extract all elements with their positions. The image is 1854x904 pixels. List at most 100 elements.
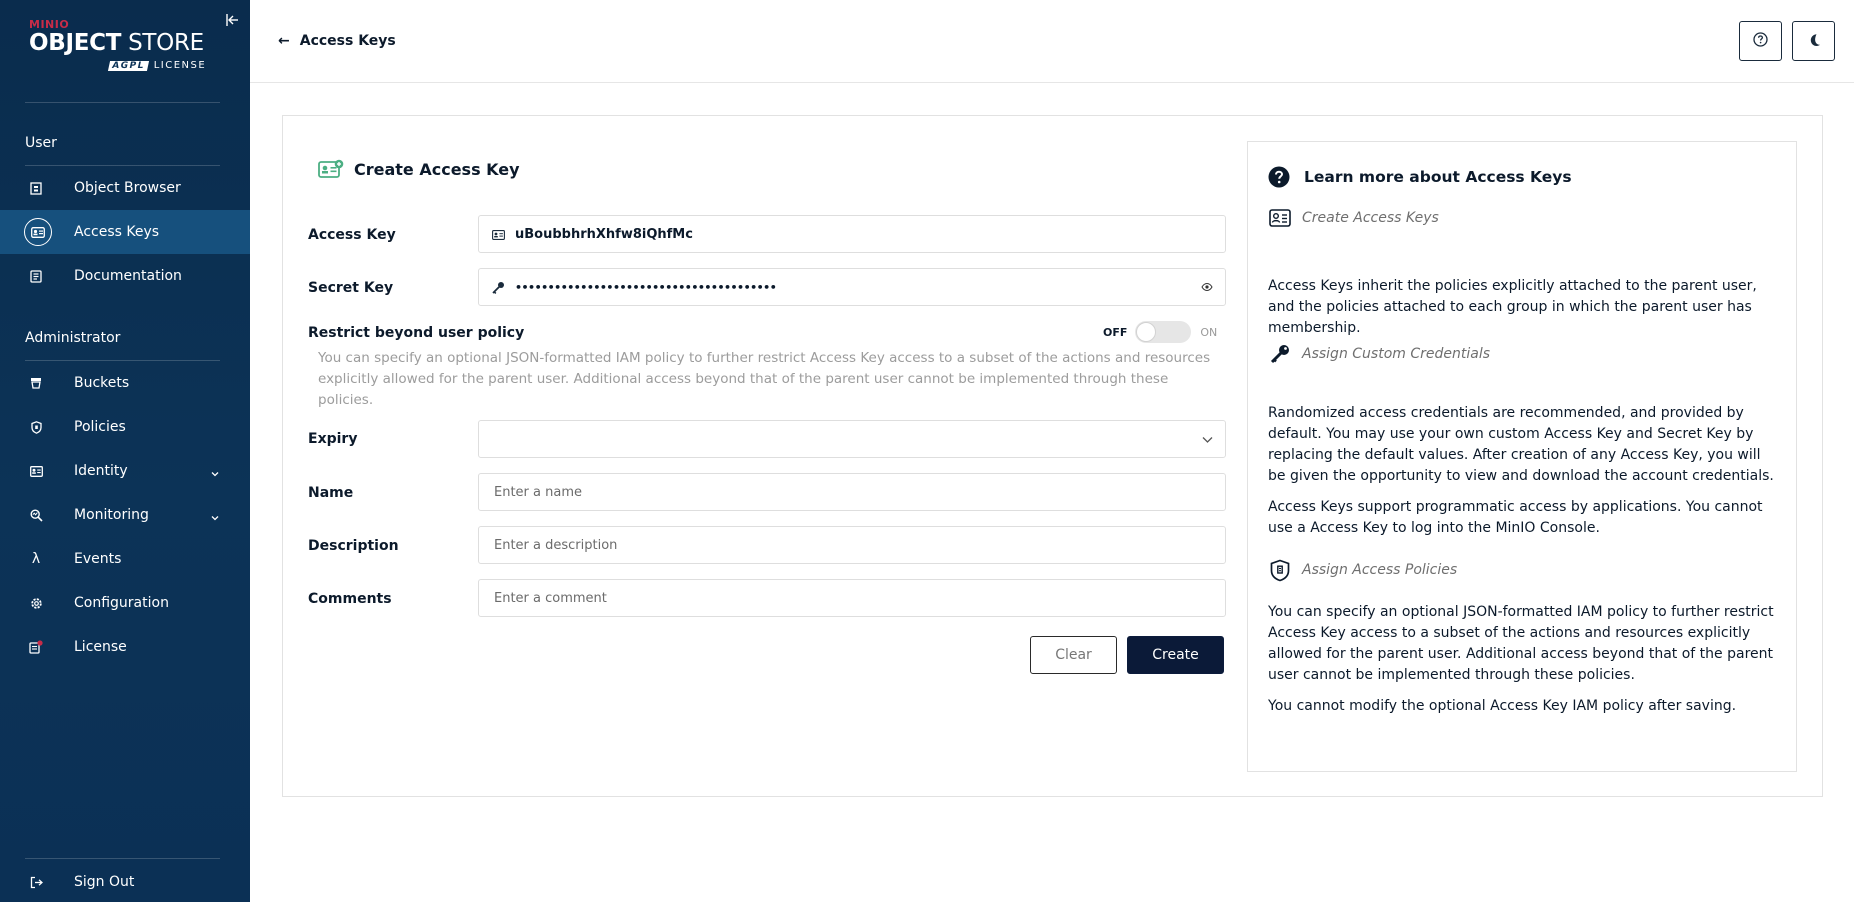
arrow-left-icon: ←	[278, 33, 290, 49]
restrict-policy-label: Restrict beyond user policy	[308, 325, 525, 341]
description-label: Description	[308, 538, 399, 554]
dark-mode-button[interactable]	[1792, 21, 1835, 61]
access-key-label: Access Key	[308, 227, 396, 243]
help-section-assign-access-policies: Assign Access Policies	[1268, 558, 1457, 582]
restrict-policy-help: You can specify an optional JSON-formatt…	[318, 350, 1211, 408]
help-title: Learn more about Access Keys	[1268, 166, 1572, 188]
sidebar-item-buckets[interactable]: Buckets	[0, 361, 250, 405]
secret-key-value: ••••••••••••••••••••••••••••••••••••••••	[515, 280, 777, 294]
moon-icon	[1807, 32, 1821, 51]
minio-logo[interactable]: MINIO OBJECT STORE AGPL LICENSE	[29, 18, 224, 78]
help-paragraph: Access Keys inherit the policies explici…	[1268, 278, 1757, 336]
comments-label: Comments	[308, 591, 392, 607]
help-box: Learn more about Access Keys Create Acce…	[1247, 141, 1797, 772]
toggle-knob	[1136, 322, 1157, 342]
sidebar-item-label: Configuration	[74, 595, 169, 611]
sidebar: MINIO OBJECT STORE AGPL LICENSE User Obje…	[0, 0, 250, 902]
sidebar-divider	[25, 858, 220, 859]
key-icon	[490, 280, 506, 296]
identity-icon	[26, 461, 46, 481]
sidebar-item-label: Events	[74, 551, 122, 567]
question-circle-icon	[1753, 31, 1768, 51]
collapse-sidebar-icon[interactable]	[225, 12, 241, 28]
monitoring-icon	[26, 505, 46, 525]
agpl-badge: AGPL	[107, 61, 149, 71]
sidebar-item-label: Monitoring	[74, 507, 149, 523]
form-title: Create Access Key	[318, 159, 520, 179]
comments-input[interactable]	[479, 580, 1225, 616]
sidebar-divider	[25, 102, 220, 103]
sidebar-item-object-browser[interactable]: Object Browser	[0, 166, 250, 210]
object-browser-icon	[26, 178, 46, 198]
expiry-select[interactable]	[478, 420, 1226, 458]
sign-out-icon	[26, 872, 46, 892]
help-paragraph: You can specify an optional JSON-formatt…	[1268, 604, 1774, 683]
clear-button[interactable]: Clear	[1030, 636, 1117, 674]
question-circle-icon	[1268, 166, 1290, 188]
access-keys-icon	[24, 218, 52, 246]
sidebar-item-identity[interactable]: Identity	[0, 449, 250, 493]
restrict-policy-toggle-group: OFF ON	[1103, 321, 1217, 343]
sidebar-section-administrator: Administrator	[25, 330, 121, 346]
toggle-on-label: ON	[1200, 325, 1218, 339]
sidebar-item-policies[interactable]: Policies	[0, 405, 250, 449]
sidebar-section-user: User	[25, 135, 57, 151]
logo-brand-main: OBJECT STORE	[29, 30, 204, 56]
access-key-value: uBoubbhrhXhfw8iQhfMc	[515, 226, 693, 242]
restrict-policy-toggle[interactable]	[1135, 321, 1192, 343]
help-button[interactable]	[1739, 21, 1782, 61]
sidebar-item-label: Sign Out	[74, 874, 135, 890]
help-section-heading: Create Access Keys	[1302, 210, 1439, 226]
lambda-icon: λ	[31, 551, 41, 567]
sidebar-item-label: Policies	[74, 419, 126, 435]
help-section-create-access-keys: Create Access Keys	[1268, 206, 1439, 230]
logo-main-bold: OBJECT	[29, 30, 122, 56]
chevron-down-icon	[1201, 433, 1215, 447]
buckets-icon	[26, 373, 46, 393]
back-link[interactable]: ← Access Keys	[278, 33, 396, 49]
comments-field[interactable]	[478, 579, 1226, 617]
key-icon	[1268, 342, 1292, 366]
secret-key-label: Secret Key	[308, 280, 394, 296]
help-paragraph: Randomized access credentials are recomm…	[1268, 405, 1774, 484]
expiry-label: Expiry	[308, 431, 358, 447]
help-title-text: Learn more about Access Keys	[1304, 168, 1572, 186]
eye-icon[interactable]	[1201, 281, 1215, 295]
chevron-down-icon[interactable]	[210, 508, 222, 521]
sidebar-item-label: Identity	[74, 463, 128, 479]
sidebar-item-label: Access Keys	[74, 224, 160, 240]
sidebar-item-access-keys[interactable]: Access Keys	[0, 210, 250, 254]
access-key-card-icon	[1268, 206, 1292, 230]
sidebar-item-documentation[interactable]: Documentation	[0, 254, 250, 298]
access-key-field[interactable]: uBoubbhrhXhfw8iQhfMc	[478, 215, 1226, 253]
name-field[interactable]	[478, 473, 1226, 511]
help-paragraph: You cannot modify the optional Access Ke…	[1268, 698, 1737, 714]
sidebar-item-label: Buckets	[74, 375, 130, 391]
help-section-heading: Assign Access Policies	[1302, 562, 1458, 578]
name-label: Name	[308, 485, 354, 501]
secret-key-field[interactable]: ••••••••••••••••••••••••••••••••••••••••	[478, 268, 1226, 306]
chevron-down-icon[interactable]	[210, 464, 222, 477]
description-field[interactable]	[478, 526, 1226, 564]
sidebar-item-events[interactable]: λ Events	[0, 537, 250, 581]
shield-icon	[1268, 558, 1292, 582]
name-input[interactable]	[479, 474, 1225, 510]
sidebar-item-label: Object Browser	[74, 180, 181, 196]
help-section-assign-custom-credentials: Assign Custom Credentials	[1268, 342, 1490, 366]
access-key-card-icon	[318, 159, 344, 178]
license-icon	[26, 637, 46, 657]
sidebar-item-label: Documentation	[74, 268, 182, 284]
help-paragraph: Access Keys support programmatic access …	[1268, 499, 1763, 536]
toggle-off-label: OFF	[1103, 325, 1128, 339]
back-link-label: Access Keys	[299, 33, 396, 49]
sidebar-item-configuration[interactable]: Configuration	[0, 581, 250, 625]
license-text: LICENSE	[153, 60, 207, 71]
gear-icon	[26, 593, 46, 613]
description-input[interactable]	[479, 527, 1225, 563]
sidebar-item-license[interactable]: License	[0, 625, 250, 669]
policies-icon	[26, 417, 46, 437]
sidebar-item-monitoring[interactable]: Monitoring	[0, 493, 250, 537]
sign-out-button[interactable]: Sign Out	[0, 860, 250, 904]
top-bar: ← Access Keys	[250, 0, 1854, 83]
create-button[interactable]: Create	[1127, 636, 1224, 674]
